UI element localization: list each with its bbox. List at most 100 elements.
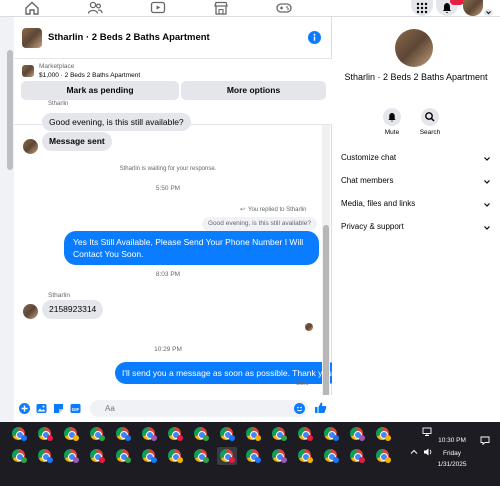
emoji-button[interactable] — [294, 403, 305, 414]
conversation-avatar[interactable] — [395, 29, 433, 67]
profile-badge-icon — [99, 435, 105, 441]
search-button[interactable] — [421, 108, 439, 126]
taskbar-chrome-window[interactable] — [347, 447, 367, 465]
sticker-button[interactable] — [53, 403, 64, 414]
sender-name: Stharlin — [48, 292, 71, 299]
taskbar-chrome-window[interactable] — [191, 425, 211, 443]
taskbar-chrome-window[interactable] — [9, 425, 29, 443]
chat-scrollbar-thumb[interactable] — [323, 225, 329, 401]
section-media-files-links[interactable]: Media, files and links — [341, 199, 491, 215]
notification-center-icon[interactable] — [480, 436, 490, 445]
top-navigation — [0, 0, 500, 17]
taskbar-chrome-window[interactable] — [87, 425, 107, 443]
mark-as-pending-button[interactable]: Mark as pending — [21, 81, 179, 100]
taskbar-chrome-window[interactable] — [9, 447, 29, 465]
sender-avatar[interactable] — [23, 139, 38, 154]
taskbar-chrome-window[interactable] — [243, 447, 263, 465]
taskbar-chrome-window[interactable] — [165, 447, 185, 465]
taskbar-chrome-window[interactable] — [61, 447, 81, 465]
profile-badge-icon — [73, 435, 79, 441]
taskbar-chrome-window[interactable] — [113, 425, 133, 443]
message-status: Sent — [296, 381, 309, 387]
taskbar-chrome-window[interactable] — [217, 447, 237, 465]
taskbar-chrome-window[interactable] — [321, 425, 341, 443]
search-icon — [425, 112, 435, 122]
taskbar-chrome-window[interactable] — [165, 425, 185, 443]
profile-badge-icon — [359, 435, 365, 441]
listing-summary[interactable]: $1,000 · 2 Beds 2 Baths Apartment — [39, 72, 140, 79]
taskbar-chrome-window[interactable] — [269, 447, 289, 465]
clock-date: 1/31/2025 — [437, 461, 467, 468]
taskbar-chrome-window[interactable] — [35, 425, 55, 443]
profile-badge-icon — [229, 435, 235, 441]
profile-badge-icon — [307, 457, 313, 463]
marketplace-icon[interactable] — [213, 1, 229, 15]
conversation-title: Stharlin · 2 Beds 2 Baths Apartment — [344, 72, 488, 82]
section-chat-members[interactable]: Chat members — [341, 176, 491, 192]
waiting-note: Stharlin is waiting for your response. — [119, 166, 217, 172]
taskbar-chrome-window[interactable] — [87, 447, 107, 465]
outgoing-message[interactable]: Yes Its Still Available, Please Send You… — [64, 231, 319, 265]
taskbar-chrome-window[interactable] — [113, 447, 133, 465]
taskbar-chrome-window[interactable] — [347, 425, 367, 443]
image-icon — [36, 404, 47, 413]
section-label: Customize chat — [341, 153, 397, 162]
more-options-button[interactable]: More options — [181, 81, 326, 100]
photo-button[interactable] — [36, 403, 47, 414]
timestamp: 5:50 PM — [155, 185, 181, 192]
taskbar-chrome-window[interactable] — [217, 425, 237, 443]
incoming-message[interactable]: Good evening, is this still available? — [42, 113, 191, 131]
taskbar-chrome-window[interactable] — [321, 447, 341, 465]
mute-button[interactable] — [383, 108, 401, 126]
home-icon[interactable] — [24, 1, 40, 15]
gif-button[interactable]: GIF — [70, 403, 81, 414]
reply-icon: ↩ — [240, 207, 246, 213]
sender-avatar[interactable] — [23, 304, 38, 319]
like-button[interactable] — [314, 401, 327, 414]
taskbar-chrome-window[interactable] — [243, 425, 263, 443]
info-button[interactable] — [308, 31, 321, 44]
profile-badge-icon — [385, 435, 391, 441]
chevron-down-icon — [484, 203, 490, 207]
taskbar-chrome-window[interactable] — [373, 425, 393, 443]
incoming-message[interactable]: 2158923314 — [42, 300, 104, 319]
incoming-message[interactable]: Message sent — [42, 132, 112, 151]
listing-image[interactable] — [22, 65, 34, 77]
taskbar-chrome-window[interactable] — [35, 447, 55, 465]
watch-icon[interactable] — [150, 1, 166, 15]
taskbar-chrome-window[interactable] — [295, 425, 315, 443]
taskbar-chrome-window[interactable] — [191, 447, 211, 465]
marketplace-label: Marketplace — [39, 63, 75, 70]
friends-icon[interactable] — [87, 1, 103, 15]
clock-time[interactable]: 10:30 PM — [430, 437, 474, 444]
section-privacy-support[interactable]: Privacy & support — [341, 222, 491, 238]
account-menu-button[interactable] — [484, 9, 493, 16]
notification-badge — [450, 0, 464, 5]
section-label: Media, files and links — [341, 199, 416, 208]
network-icon[interactable] — [422, 427, 434, 437]
gaming-icon[interactable] — [276, 1, 292, 15]
profile-badge-icon — [21, 457, 27, 463]
sender-name-top: Stharlin — [48, 101, 69, 107]
taskbar-chrome-window[interactable] — [61, 425, 81, 443]
profile-badge-icon — [177, 457, 183, 463]
section-label: Privacy & support — [341, 222, 404, 231]
taskbar-chrome-window[interactable] — [139, 425, 159, 443]
message-input[interactable] — [90, 400, 308, 417]
quoted-message[interactable]: Good evening, is this still available? — [202, 217, 317, 231]
taskbar-chrome-window[interactable] — [373, 447, 393, 465]
page-scrollbar[interactable] — [7, 50, 13, 170]
section-customize-chat[interactable]: Customize chat — [341, 153, 491, 169]
taskbar-chrome-window[interactable] — [295, 447, 315, 465]
menu-button[interactable] — [411, 0, 433, 16]
profile-badge-icon — [385, 457, 391, 463]
chevron-down-icon — [486, 11, 491, 15]
taskbar-chrome-window[interactable] — [269, 425, 289, 443]
chat-title[interactable]: Stharlin · 2 Beds 2 Baths Apartment — [48, 32, 210, 43]
add-button[interactable] — [19, 403, 30, 414]
show-hidden-icons[interactable] — [410, 449, 418, 455]
profile-avatar[interactable] — [463, 0, 483, 16]
thumbs-up-icon — [315, 402, 327, 413]
taskbar-chrome-window[interactable] — [139, 447, 159, 465]
listing-thumbnail[interactable] — [22, 28, 42, 48]
